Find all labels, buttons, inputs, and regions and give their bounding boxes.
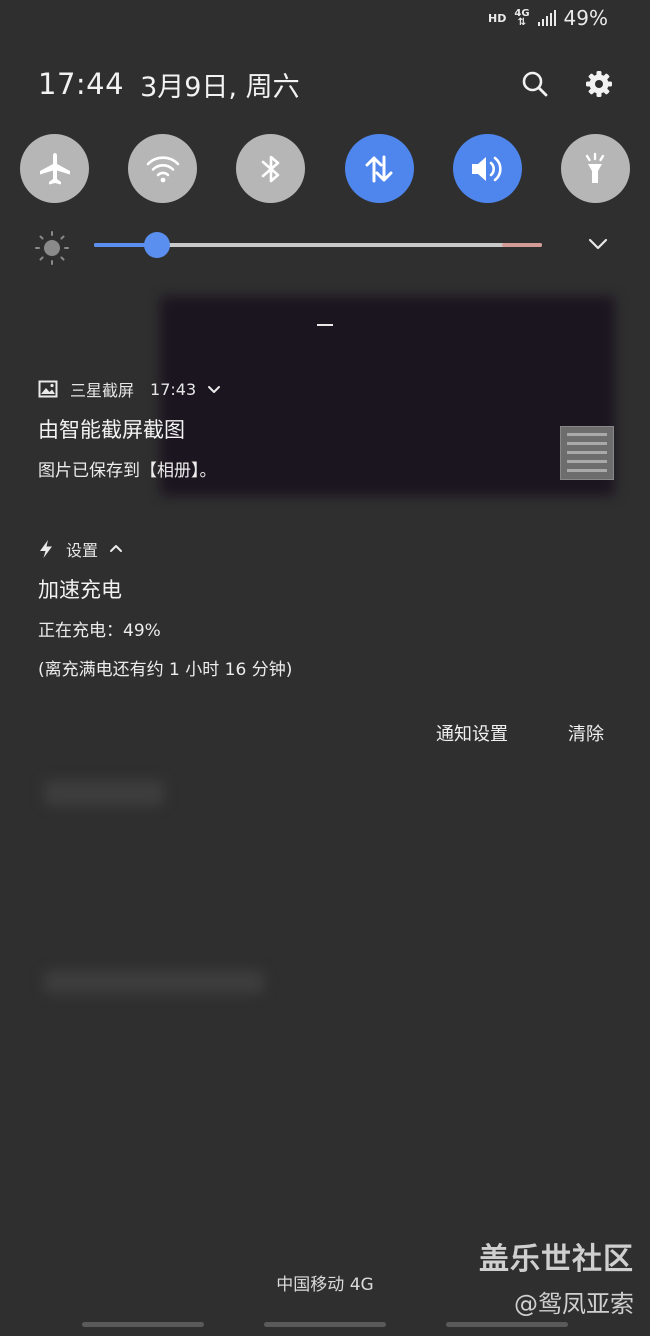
notification-screenshot[interactable]: 三星截屏 17:43 由智能截屏截图 图片已保存到【相册】。 [38, 376, 614, 481]
brightness-sun-icon [35, 231, 69, 265]
wifi-icon [146, 155, 179, 182]
mobile-data-toggle[interactable] [344, 134, 414, 203]
notification-header: 设置 [38, 536, 614, 562]
gear-icon[interactable] [584, 69, 614, 99]
brightness-slider-end [502, 243, 542, 247]
notification-body: 图片已保存到【相册】。 [38, 461, 217, 481]
image-icon [38, 380, 58, 398]
blurred-background-text [44, 970, 264, 994]
chevron-down-icon[interactable] [206, 381, 222, 397]
navigation-bar [0, 1322, 650, 1328]
brightness-slider[interactable] [94, 232, 542, 258]
airplane-mode-toggle[interactable] [20, 134, 89, 203]
clear-button[interactable]: 清除 [568, 720, 604, 746]
chevron-up-icon[interactable] [108, 541, 124, 557]
notification-app-name: 三星截屏 [70, 381, 135, 400]
search-icon[interactable] [520, 69, 550, 99]
nav-handle-center[interactable] [264, 1322, 386, 1327]
header: 17:44 3月9日, 周六 [38, 62, 614, 106]
flashlight-icon [586, 152, 605, 183]
airplane-icon [39, 152, 70, 184]
screenshot-thumbnail[interactable] [560, 426, 614, 480]
date[interactable]: 3月9日, 周六 [140, 65, 300, 104]
notification-title: 加速充电 [38, 578, 122, 602]
notification-body: 正在充电：49% [38, 621, 161, 641]
drag-handle[interactable] [317, 324, 333, 326]
nav-handle-left[interactable] [82, 1322, 204, 1327]
wifi-toggle[interactable] [128, 134, 198, 203]
blurred-background-text [44, 780, 164, 806]
lightning-icon [40, 540, 52, 558]
signal-icon [537, 10, 556, 26]
network-type: 4G [514, 8, 530, 19]
brightness-slider-thumb[interactable] [143, 232, 170, 258]
data-arrows-icon [365, 155, 393, 182]
chevron-down-icon[interactable] [586, 232, 610, 256]
battery-percentage: 49% [563, 6, 608, 30]
notification-shade: HD 4G ⇅ 49% 17:44 3月9日, 周六 三星截屏 17:43 由智… [0, 0, 650, 1336]
notification-app-name: 设置 [66, 541, 99, 560]
hd-indicator: HD [488, 11, 507, 25]
network-indicator: 4G ⇅ [514, 8, 530, 28]
header-actions [520, 69, 614, 99]
notification-title: 由智能截屏截图 [38, 418, 185, 442]
notification-charging[interactable]: 设置 加速充电 正在充电：49% (离充满电还有约 1 小时 16 分钟) [38, 536, 614, 680]
clock[interactable]: 17:44 [38, 67, 124, 101]
brightness-control [34, 226, 610, 266]
speaker-icon [472, 156, 502, 181]
quick-settings-toggles [20, 134, 630, 203]
sound-toggle[interactable] [452, 134, 522, 203]
notification-time: 17:43 [150, 379, 197, 399]
notification-actions: 通知设置 清除 [436, 720, 604, 746]
carrier-label: 中国移动 4G [276, 1275, 374, 1295]
status-bar: HD 4G ⇅ 49% [488, 6, 608, 30]
nav-handle-right[interactable] [446, 1322, 568, 1327]
notification-settings-button[interactable]: 通知设置 [436, 720, 508, 746]
notification-body-detail: (离充满电还有约 1 小时 16 分钟) [38, 660, 293, 680]
bluetooth-toggle[interactable] [236, 134, 306, 203]
bluetooth-icon [261, 155, 280, 182]
flashlight-toggle[interactable] [560, 134, 630, 203]
notification-header: 三星截屏 17:43 [38, 376, 614, 402]
